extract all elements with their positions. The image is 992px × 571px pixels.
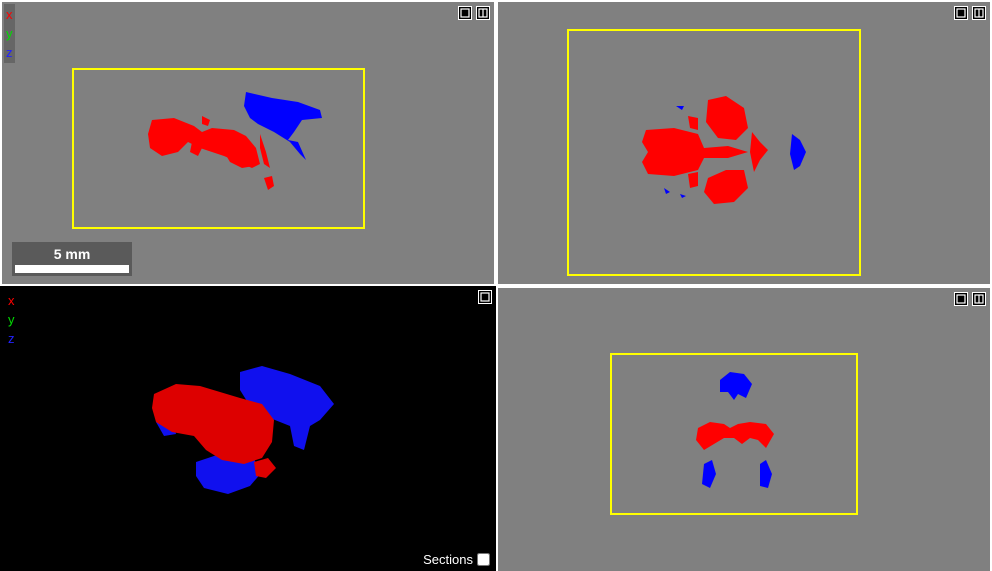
segmentation-overlay: [642, 96, 806, 204]
view-panel-top-left[interactable]: x y z 5 mm: [2, 2, 494, 284]
sections-checkbox[interactable]: [477, 553, 490, 566]
segmentation-overlay: [696, 372, 774, 488]
3d-rendering: [152, 366, 334, 494]
scale-bar-label: 5 mm: [53, 246, 91, 262]
view-panel-bottom-right[interactable]: [498, 288, 990, 571]
scale-bar-line: [15, 265, 129, 273]
sections-toggle[interactable]: Sections: [423, 552, 490, 567]
scale-bar: 5 mm: [12, 242, 132, 276]
sections-label: Sections: [423, 552, 473, 567]
view-panel-3d[interactable]: x y z Sections: [0, 286, 496, 571]
view-panel-top-right[interactable]: [498, 2, 990, 284]
